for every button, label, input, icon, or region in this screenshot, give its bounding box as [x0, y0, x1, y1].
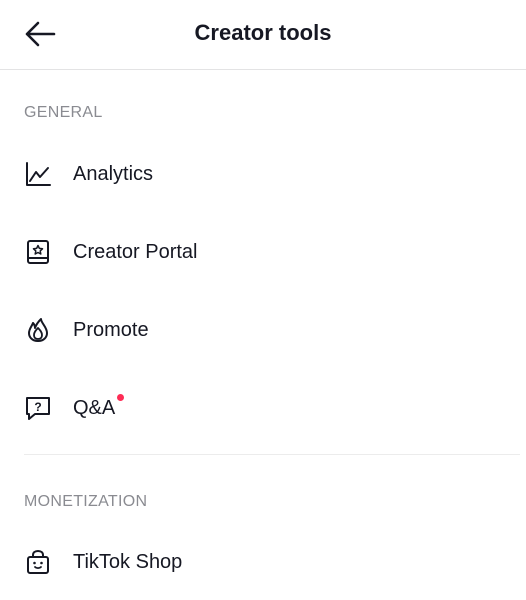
menu-item-label: Analytics: [73, 162, 154, 185]
creator-portal-icon: [24, 238, 52, 266]
flame-icon: [24, 316, 52, 344]
section-label-general: GENERAL: [24, 104, 103, 121]
shopping-bag-icon: [24, 548, 52, 576]
menu-item-label: TikTok Shop: [73, 550, 183, 573]
menu-item-label: Promote: [73, 318, 149, 341]
section-label-monetization: MONETIZATION: [24, 493, 148, 510]
menu-item-tiktok-shop[interactable]: TikTok Shop: [0, 534, 526, 590]
menu-item-qa[interactable]: ? Q&A: [0, 380, 526, 436]
page-title: Creator tools: [194, 20, 332, 45]
back-button[interactable]: [22, 16, 58, 52]
top-bar: Creator tools: [0, 0, 526, 70]
menu-item-analytics[interactable]: Analytics: [0, 146, 526, 202]
svg-text:?: ?: [34, 400, 41, 414]
menu-item-label: Creator Portal: [73, 240, 198, 263]
menu-item-label-text: Q&A: [73, 396, 116, 419]
arrow-left-icon: [25, 21, 56, 47]
menu-item-creator-portal[interactable]: Creator Portal: [0, 224, 526, 280]
menu-item-promote[interactable]: Promote: [0, 302, 526, 358]
menu-item-label: Q&A: [73, 393, 125, 420]
question-bubble-icon: ?: [24, 394, 52, 422]
notification-dot: [117, 393, 125, 401]
section-divider: [24, 454, 520, 455]
analytics-chart-icon: [24, 160, 52, 188]
